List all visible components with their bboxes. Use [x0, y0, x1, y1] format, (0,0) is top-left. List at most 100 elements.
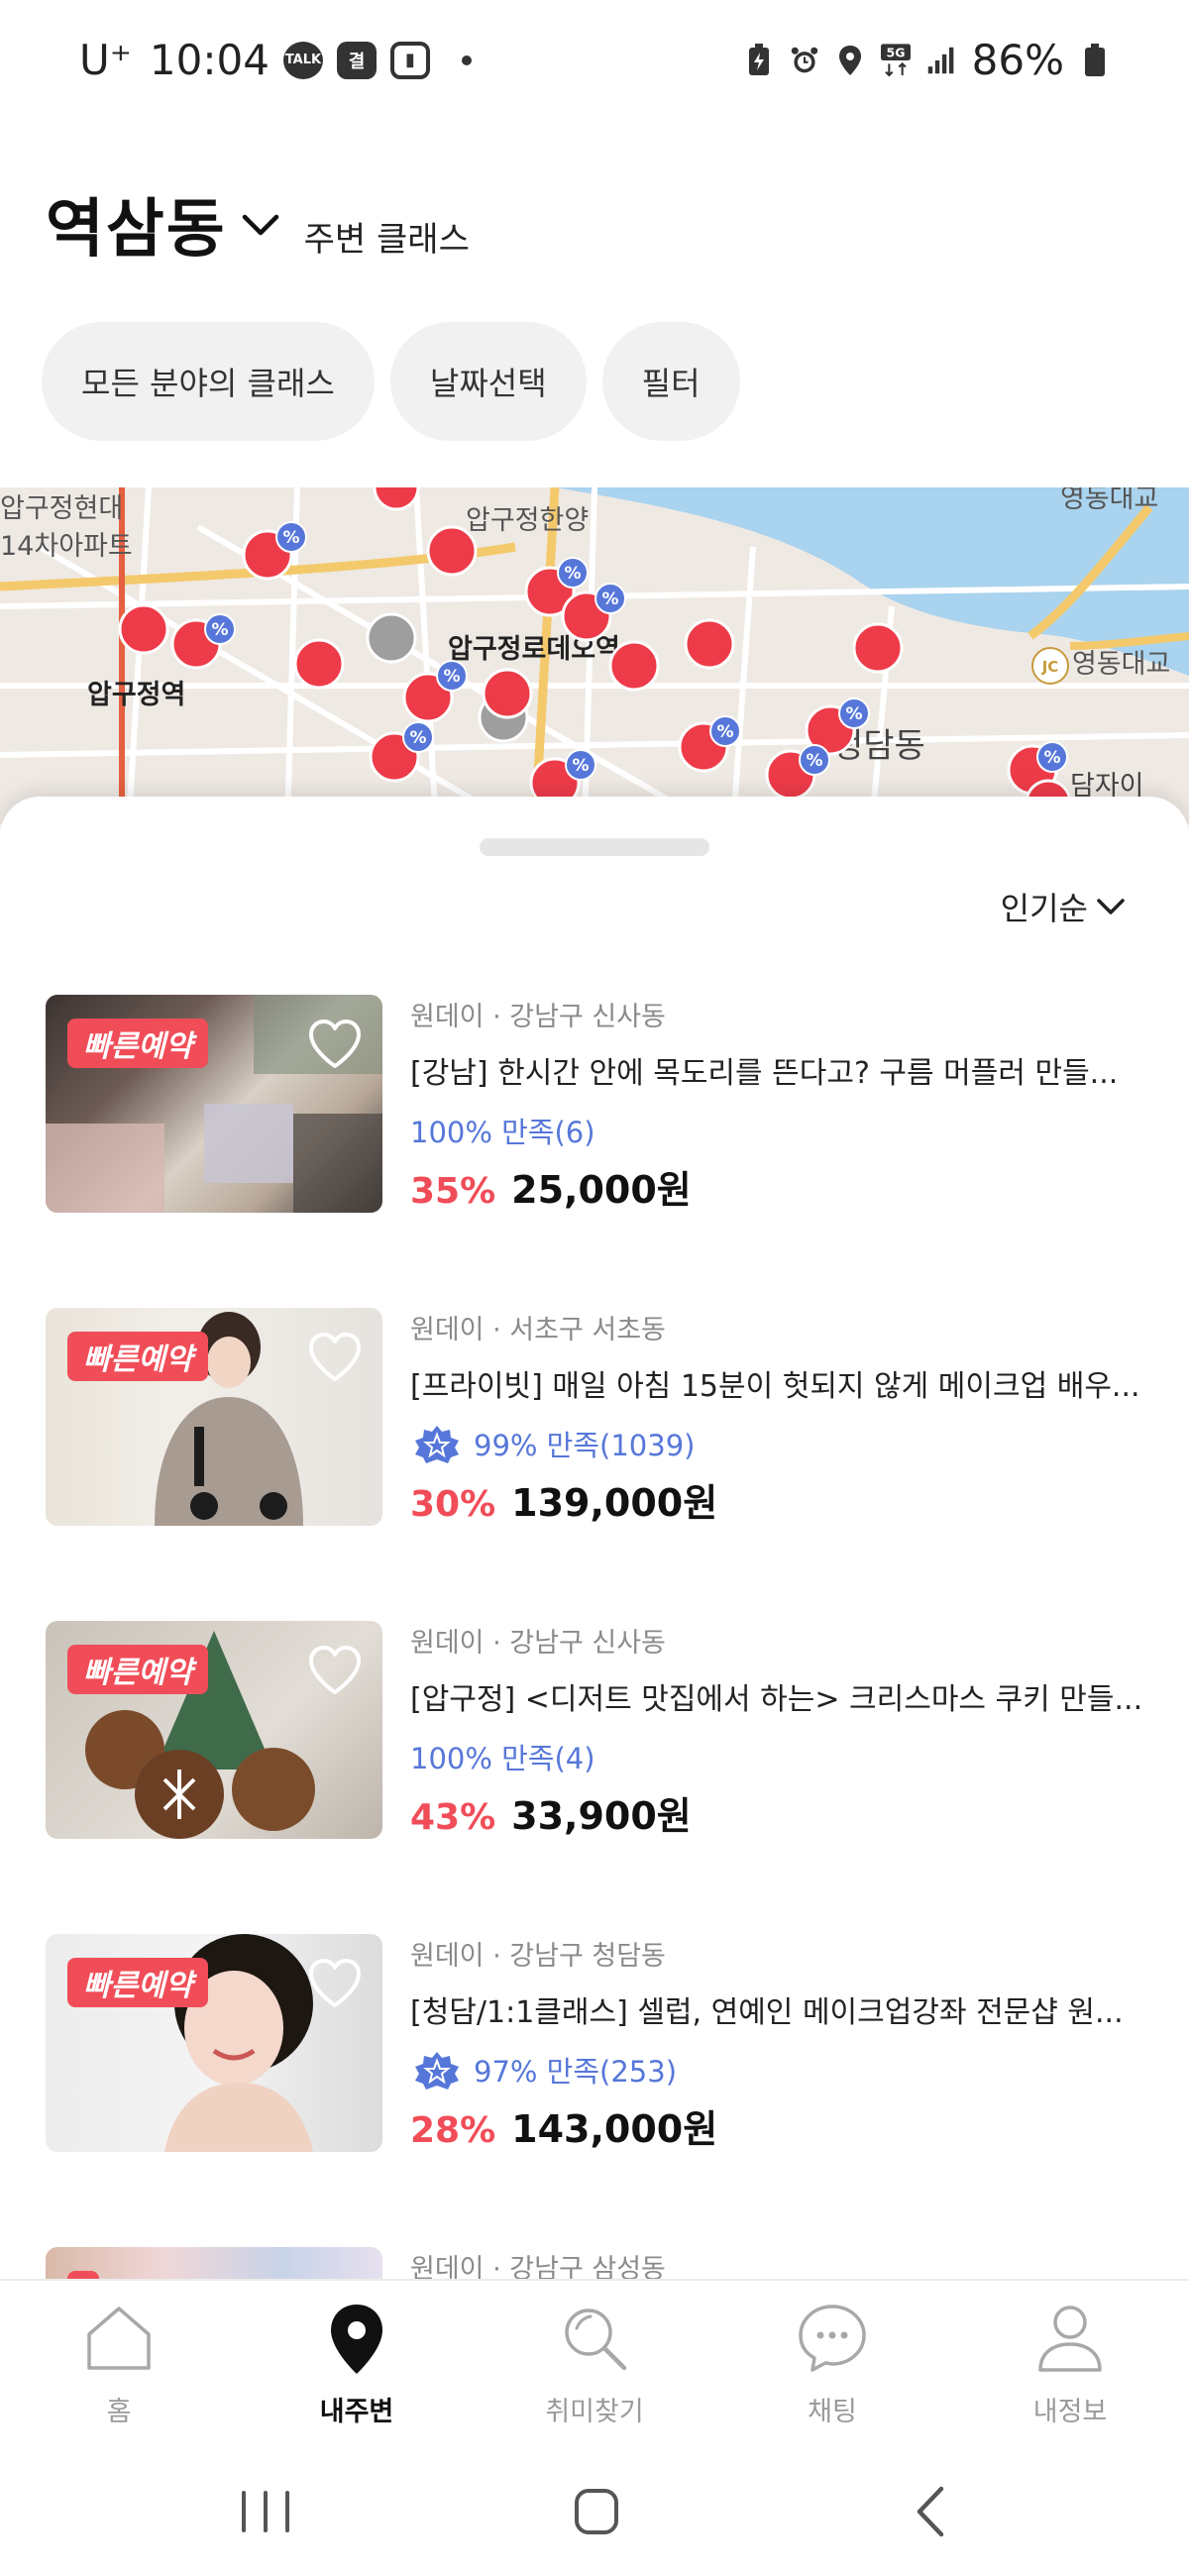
- nav-profile[interactable]: 내정보: [951, 2281, 1189, 2447]
- price-row: 35% 25,000원: [410, 1159, 692, 1214]
- verified-star-badge-icon: [415, 1426, 459, 1463]
- class-title[interactable]: [프라이빗] 매일 아침 15분이 헛되지 않게 메이크업 배우...: [410, 1361, 1143, 1405]
- class-thumbnail[interactable]: 빠른예약: [46, 1621, 382, 1839]
- alarm-icon: [790, 44, 819, 77]
- status-bar: U⁺ 10:04 TALK 결 ▮ 5G 86%: [0, 0, 1189, 129]
- results-sheet: 인기순 빠른예약 원데이 · 강남구 신사동 [강남] 한시간 안에 목도리를 …: [0, 797, 1189, 2283]
- discount-rate: 30%: [410, 1484, 496, 1525]
- class-title[interactable]: [청담/1:1클래스] 셀럽, 연예인 메이크업강좌 전문샵 원...: [410, 1987, 1143, 2031]
- chevron-down-icon[interactable]: [241, 209, 280, 239]
- kakaotalk-icon: TALK: [282, 41, 323, 79]
- rating-text: 100% 만족(4): [410, 1742, 595, 1775]
- notification-app-icon: 결: [336, 41, 377, 79]
- map-marker[interactable]: [293, 638, 345, 690]
- nav-discover[interactable]: 취미찾기: [476, 2281, 713, 2447]
- class-title[interactable]: [압구정] <디저트 맛집에서 하는> 크리스마스 쿠키 만들...: [410, 1674, 1143, 1718]
- class-map[interactable]: 압구정현대 14차아파트 압구정역 압구정한양 압구정로데오역 청담동 영동대교…: [0, 487, 1189, 824]
- location-header: 역삼동 주변 클래스: [46, 178, 470, 269]
- device-icon: ▮: [389, 41, 430, 79]
- discount-rate: 28%: [410, 2110, 496, 2151]
- map-marker[interactable]: [852, 622, 904, 674]
- svg-text:%: %: [716, 722, 733, 742]
- rating-text: 100% 만족(6): [410, 1116, 595, 1149]
- rating-text: 99% 만족(1039): [474, 1429, 696, 1462]
- class-thumbnail[interactable]: 빠른예약: [46, 995, 382, 1213]
- map-marker[interactable]: [684, 618, 735, 670]
- map-canvas[interactable]: 압구정현대 14차아파트 압구정역 압구정한양 압구정로데오역 청담동 영동대교…: [0, 487, 1189, 824]
- more-notifications-dot: [461, 54, 472, 65]
- discount-rate: 35%: [410, 1171, 496, 1212]
- svg-text:%: %: [601, 590, 618, 609]
- home-button-icon[interactable]: [557, 2477, 636, 2546]
- signal-icon: [926, 44, 956, 77]
- recent-apps-icon[interactable]: [226, 2477, 305, 2546]
- sort-dropdown[interactable]: 인기순: [1001, 884, 1126, 929]
- map-marker[interactable]: [608, 640, 660, 692]
- sort-label: 인기순: [1000, 890, 1088, 927]
- sheet-drag-handle[interactable]: [480, 838, 709, 856]
- nav-chat[interactable]: 채팅: [713, 2281, 951, 2447]
- class-rating: 100% 만족(4): [410, 1736, 595, 1777]
- battery-icon: [1080, 43, 1110, 77]
- search-icon: [565, 2308, 627, 2371]
- heart-icon[interactable]: [307, 1019, 363, 1070]
- class-meta: 원데이 · 강남구 청담동: [410, 1941, 666, 1972]
- class-title[interactable]: [강남] 한시간 안에 목도리를 뜬다고? 구름 머플러 만들...: [410, 1048, 1143, 1092]
- status-time: 10:04: [149, 36, 270, 84]
- svg-text:5G: 5G: [886, 45, 905, 59]
- filter-chip-category[interactable]: 모든 분야의 클래스: [42, 322, 375, 441]
- nav-nearby[interactable]: 내주변: [238, 2281, 476, 2447]
- svg-text:%: %: [443, 667, 460, 687]
- heart-icon[interactable]: [307, 1958, 363, 2009]
- battery-saver-icon: [744, 43, 774, 77]
- svg-text:%: %: [1043, 748, 1060, 768]
- class-list-item[interactable]: 빠른예약 원데이 · 서초구 서초동 [프라이빗] 매일 아침 15분이 헛되지…: [46, 1308, 1145, 1526]
- filter-chip-date[interactable]: 날짜선택: [389, 322, 587, 441]
- system-navigation-bar: [0, 2447, 1189, 2576]
- quick-booking-badge: 빠른예약: [67, 1332, 209, 1381]
- map-marker[interactable]: [426, 525, 478, 577]
- filter-chip-filter[interactable]: 필터: [601, 322, 740, 441]
- class-meta: 원데이 · 강남구 신사동: [410, 1002, 666, 1032]
- heart-icon[interactable]: [307, 1332, 363, 1383]
- svg-text:%: %: [211, 620, 228, 640]
- heart-icon[interactable]: [307, 1645, 363, 1696]
- class-list-item[interactable]: 빠른예약 원데이 · 강남구 청담동 [청담/1:1클래스] 셀럽, 연예인 메…: [46, 1934, 1145, 2152]
- map-marker-inactive[interactable]: [366, 612, 417, 664]
- price-row: 28% 143,000원: [410, 2098, 717, 2153]
- svg-text:%: %: [409, 728, 426, 748]
- location-icon: [835, 44, 865, 77]
- map-label-yeongdong-bridge: 영동대교: [1072, 649, 1170, 680]
- class-list-item[interactable]: 빠른예약 원데이 · 강남구 신사동 [강남] 한시간 안에 목도리를 뜬다고?…: [46, 995, 1145, 1213]
- nav-discover-label: 취미찾기: [545, 2397, 644, 2427]
- class-list-item[interactable]: 원데이 · 강남구 삼성동: [46, 2247, 1145, 2283]
- price-row: 43% 33,900원: [410, 1785, 692, 1840]
- svg-text:%: %: [282, 528, 299, 548]
- map-label-yeongdong-bridge-top: 영동대교: [1060, 487, 1158, 514]
- quick-booking-badge: 빠른예약: [67, 1645, 209, 1694]
- nav-home[interactable]: 홈: [0, 2281, 238, 2447]
- map-marker[interactable]: [118, 603, 169, 655]
- svg-text:%: %: [806, 751, 822, 771]
- back-icon[interactable]: [892, 2477, 971, 2546]
- map-label-14cha-apt: 14차아파트: [0, 531, 133, 562]
- filter-chips: 모든 분야의 클래스 날짜선택 필터: [42, 322, 740, 441]
- map-marker[interactable]: [373, 487, 420, 511]
- battery-percent: 86%: [971, 36, 1064, 84]
- discount-rate: 43%: [410, 1797, 496, 1838]
- class-thumbnail[interactable]: 빠른예약: [46, 1308, 382, 1526]
- class-thumbnail[interactable]: [46, 2247, 382, 2283]
- user-icon: [1038, 2306, 1102, 2372]
- class-rating: 100% 만족(6): [410, 1110, 595, 1151]
- class-price: 33,900원: [511, 1794, 692, 1838]
- class-price: 143,000원: [511, 2107, 718, 2151]
- location-selector[interactable]: 역삼동: [46, 178, 227, 269]
- class-thumbnail[interactable]: 빠른예약: [46, 1934, 382, 2152]
- class-meta: 원데이 · 강남구 삼성동: [410, 2254, 666, 2283]
- nav-home-label: 홈: [106, 2397, 132, 2427]
- class-rating: 99% 만족(1039): [410, 1423, 695, 1464]
- map-marker[interactable]: [482, 668, 533, 719]
- verified-star-badge-icon: [415, 2052, 459, 2090]
- carrier-label: U⁺: [79, 36, 132, 84]
- class-list-item[interactable]: 빠른예약 원데이 · 강남구 신사동 [압구정] <디저트 맛집에서 하는> 크…: [46, 1621, 1145, 1839]
